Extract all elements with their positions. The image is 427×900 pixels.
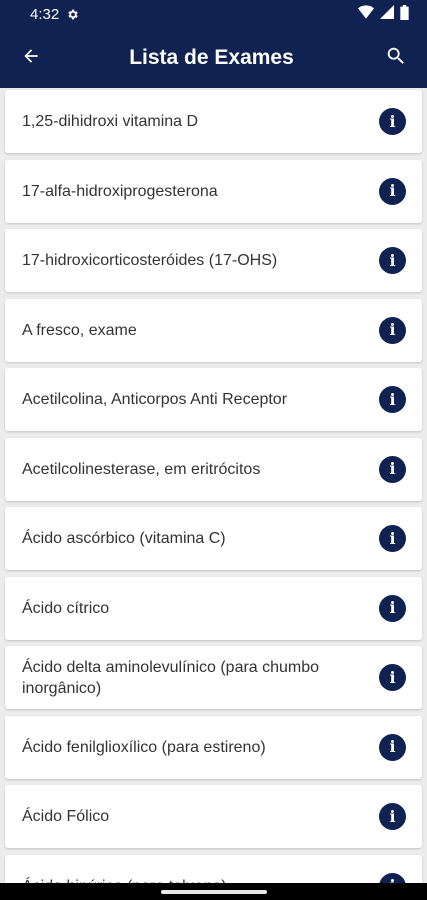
- exam-name: 1,25-dihidroxi vitamina D: [22, 113, 199, 130]
- exam-name: Ácido Fólico: [22, 808, 110, 825]
- exam-list[interactable]: 1,25-dihidroxi vitamina Di 17-alfa-hidrox…: [0, 88, 427, 883]
- list-item[interactable]: 17-hidroxicorticosteróides (17-OHS) i: [5, 229, 422, 292]
- settings-icon: [66, 8, 79, 21]
- status-bar: 4:32: [0, 0, 427, 28]
- info-icon[interactable]: i: [379, 455, 406, 483]
- exam-name: Acetilcolina, Anticorpos Anti Receptor: [22, 391, 288, 408]
- app-bar: Lista de Exames: [0, 28, 427, 88]
- signal-icon: [380, 5, 394, 23]
- list-item[interactable]: Ácido fenilglioxílico (para estireno) i: [5, 715, 422, 779]
- info-icon[interactable]: i: [379, 386, 406, 413]
- home-gesture-handle[interactable]: [160, 889, 267, 894]
- exam-name: 17-alfa-hidroxiprogesterona: [22, 182, 218, 200]
- info-icon[interactable]: i: [379, 733, 406, 761]
- list-item[interactable]: Ácido delta aminolevulínico (para chumbo…: [5, 646, 422, 709]
- list-item[interactable]: A fresco, exame i: [5, 298, 422, 362]
- list-item[interactable]: Ácido hipúrico (para tolueno)i: [5, 854, 422, 884]
- info-icon[interactable]: i: [379, 594, 406, 622]
- info-icon[interactable]: i: [379, 525, 406, 552]
- info-icon[interactable]: i: [379, 108, 406, 135]
- info-icon[interactable]: i: [379, 316, 406, 344]
- exam-name: Ácido cítrico: [22, 599, 110, 617]
- info-icon[interactable]: i: [379, 803, 406, 830]
- info-icon[interactable]: i: [379, 247, 406, 274]
- list-item[interactable]: Ácido cítrico i: [5, 576, 422, 640]
- exam-name: Ácido hipúrico (para tolueno): [22, 876, 379, 884]
- info-icon[interactable]: i: [379, 872, 406, 883]
- search-icon: [385, 45, 407, 72]
- info-icon[interactable]: i: [379, 177, 406, 205]
- list-item[interactable]: Ácido ascórbico (vitamina C) i: [5, 507, 422, 570]
- info-icon[interactable]: i: [379, 664, 406, 691]
- exam-name: Ácido ascórbico (vitamina C): [22, 530, 226, 547]
- arrow-left-icon: [21, 46, 41, 71]
- exam-name: A fresco, exame: [22, 321, 137, 339]
- list-item[interactable]: 1,25-dihidroxi vitamina D i: [5, 90, 422, 153]
- exam-name: Ácido fenilglioxílico (para estireno): [22, 738, 266, 756]
- battery-icon: [400, 4, 409, 24]
- wifi-icon: [358, 5, 374, 23]
- exam-name: 17-hidroxicorticosteróides (17-OHS): [22, 252, 278, 269]
- back-button[interactable]: [0, 28, 62, 88]
- status-time: 4:32: [30, 5, 60, 23]
- exam-name: Acetilcolinesterase, em eritrócitos: [22, 460, 261, 478]
- list-item[interactable]: 17-alfa-hidroxiprogesterona i: [5, 159, 422, 223]
- exam-name: Ácido delta aminolevulínico (para chumbo…: [22, 658, 320, 697]
- list-item[interactable]: Acetilcolinesterase, em eritrócitos i: [5, 437, 422, 501]
- page-title: Lista de Exames: [129, 46, 294, 69]
- search-button[interactable]: [365, 28, 427, 88]
- navigation-bar: [0, 883, 427, 900]
- list-item[interactable]: Acetilcolina, Anticorpos Anti Receptor i: [5, 368, 422, 431]
- list-item[interactable]: Ácido Fólico i: [5, 785, 422, 848]
